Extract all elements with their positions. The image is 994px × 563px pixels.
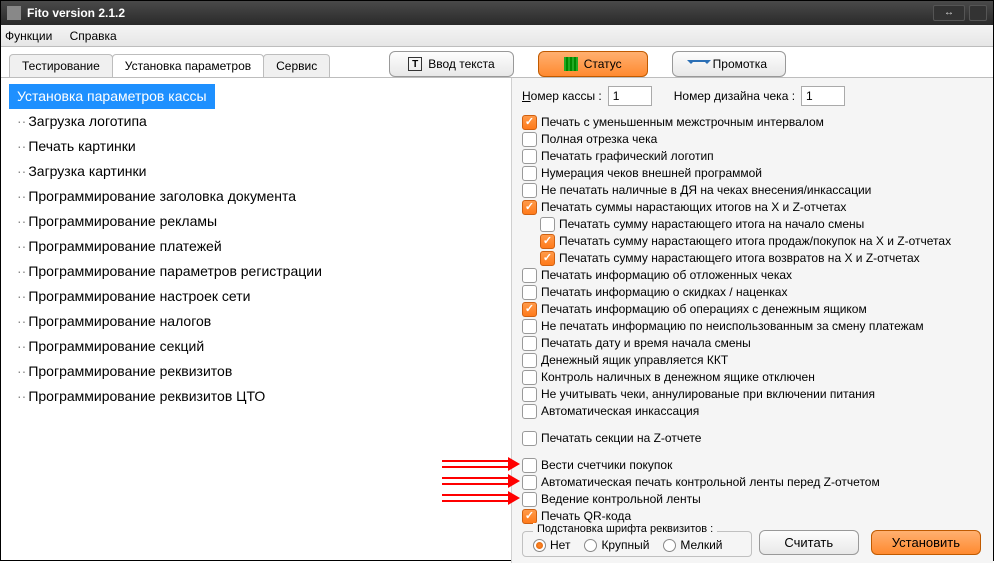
check-row[interactable]: Ведение контрольной ленты — [522, 491, 983, 508]
app-icon — [7, 6, 21, 20]
checkbox[interactable] — [522, 183, 537, 198]
check-row[interactable]: Не учитывать чеки, аннулированые при вкл… — [522, 386, 983, 403]
close-button[interactable] — [969, 5, 987, 21]
check-row[interactable]: Денежный ящик управляется ККТ — [522, 352, 983, 369]
check-row[interactable]: Вести счетчики покупок — [522, 457, 983, 474]
checkbox[interactable] — [540, 251, 555, 266]
design-label: Номер дизайна чека : — [674, 89, 795, 103]
checkbox[interactable] — [522, 149, 537, 164]
group-legend: Подстановка шрифта реквизитов : — [533, 523, 717, 535]
check-row[interactable]: Печатать дату и время начала смены — [522, 335, 983, 352]
text-icon: T — [408, 57, 422, 71]
checkbox[interactable] — [522, 285, 537, 300]
check-row[interactable]: Полная отрезка чека — [522, 131, 983, 148]
text-input-button[interactable]: T Ввод текста — [389, 51, 513, 77]
tree-item[interactable]: ··Программирование рекламы — [9, 209, 511, 234]
radio-option[interactable]: Нет — [533, 538, 570, 552]
design-input[interactable] — [801, 86, 845, 106]
checkbox[interactable] — [522, 115, 537, 130]
check-row[interactable]: Печатать суммы нарастающих итогов на X и… — [522, 199, 983, 216]
annotation-arrow — [442, 457, 520, 471]
tree-item[interactable]: ··Программирование настроек сети — [9, 284, 511, 309]
checkbox[interactable] — [522, 475, 537, 490]
checkbox[interactable] — [522, 387, 537, 402]
titlebar: Fito version 2.1.2 ↔ — [1, 1, 993, 25]
checkbox[interactable] — [522, 431, 537, 446]
radio-option[interactable]: Мелкий — [663, 538, 722, 552]
font-substitution-group: Подстановка шрифта реквизитов : НетКрупн… — [522, 531, 752, 557]
tree-item[interactable]: ··Программирование платежей — [9, 234, 511, 259]
tab-params[interactable]: Установка параметров — [112, 54, 264, 77]
settings-panel: Номер кассы : Номер дизайна чека : Печат… — [511, 78, 993, 563]
tab-testing[interactable]: Тестирование — [9, 54, 113, 77]
checkbox[interactable] — [522, 302, 537, 317]
radio[interactable] — [584, 539, 597, 552]
menu-help[interactable]: Справка — [70, 29, 117, 43]
kassa-label: Номер кассы : — [522, 89, 602, 103]
feed-button[interactable]: Промотка — [672, 51, 786, 77]
tree-item[interactable]: ··Загрузка логотипа — [9, 109, 511, 134]
tree-item[interactable]: Установка параметров кассы — [9, 84, 215, 109]
checkbox[interactable] — [522, 200, 537, 215]
check-row[interactable]: Автоматическая печать контрольной ленты … — [522, 474, 983, 491]
window-title: Fito version 2.1.2 — [27, 1, 125, 25]
radio-option[interactable]: Крупный — [584, 538, 649, 552]
kassa-input[interactable] — [608, 86, 652, 106]
checkbox[interactable] — [522, 319, 537, 334]
check-row[interactable]: Печатать информацию об операциях с денеж… — [522, 301, 983, 318]
tree-item[interactable]: ··Загрузка картинки — [9, 159, 511, 184]
status-icon — [564, 57, 578, 71]
check-row[interactable]: Печатать сумму нарастающего итога на нач… — [522, 216, 983, 233]
annotation-arrow — [442, 491, 520, 505]
checkbox[interactable] — [522, 509, 537, 524]
checkbox[interactable] — [522, 370, 537, 385]
checkbox[interactable] — [522, 404, 537, 419]
tree-item[interactable]: ··Программирование секций — [9, 334, 511, 359]
check-sections-z[interactable]: Печатать секции на Z-отчете — [522, 430, 983, 447]
check-row[interactable]: Печатать графический логотип — [522, 148, 983, 165]
tree-item[interactable]: ··Программирование реквизитов ЦТО — [9, 384, 511, 409]
check-row[interactable]: Автоматическая инкассация — [522, 403, 983, 420]
check-row[interactable]: Печатать информацию об отложенных чеках — [522, 267, 983, 284]
annotation-arrow — [442, 474, 520, 488]
checkbox[interactable] — [522, 336, 537, 351]
checkbox[interactable] — [522, 353, 537, 368]
status-button[interactable]: Статус — [538, 51, 648, 77]
maximize-button[interactable]: ↔ — [933, 5, 965, 21]
tree-item[interactable]: ··Программирование заголовка документа — [9, 184, 511, 209]
tree-item[interactable]: ··Программирование налогов — [9, 309, 511, 334]
menu-functions[interactable]: Функции — [5, 29, 52, 43]
check-row[interactable]: Печать с уменьшенным межстрочным интерва… — [522, 114, 983, 131]
tabstrip: Тестирование Установка параметров Сервис… — [1, 47, 993, 78]
check-row[interactable]: Печатать сумму нарастающего итога продаж… — [522, 233, 983, 250]
tab-service[interactable]: Сервис — [263, 54, 330, 77]
read-button[interactable]: Считать — [759, 530, 859, 555]
check-row[interactable]: Контроль наличных в денежном ящике отклю… — [522, 369, 983, 386]
tree-item[interactable]: ··Программирование параметров регистраци… — [9, 259, 511, 284]
radio[interactable] — [533, 539, 546, 552]
check-row[interactable]: Не печатать информацию по неиспользованн… — [522, 318, 983, 335]
radio[interactable] — [663, 539, 676, 552]
check-row[interactable]: Печатать сумму нарастающего итога возвра… — [522, 250, 983, 267]
checkbox[interactable] — [540, 217, 555, 232]
checkbox[interactable] — [522, 458, 537, 473]
check-row[interactable]: Нумерация чеков внешней программой — [522, 165, 983, 182]
checkbox[interactable] — [540, 234, 555, 249]
check-row[interactable]: Печатать информацию о скидках / наценках — [522, 284, 983, 301]
checkbox[interactable] — [522, 268, 537, 283]
checkbox[interactable] — [522, 492, 537, 507]
tree-item[interactable]: ··Программирование реквизитов — [9, 359, 511, 384]
checkbox[interactable] — [522, 166, 537, 181]
set-button[interactable]: Установить — [871, 530, 981, 555]
feed-icon — [691, 60, 707, 68]
check-row[interactable]: Не печатать наличные в ДЯ на чеках внесе… — [522, 182, 983, 199]
tree-item[interactable]: ··Печать картинки — [9, 134, 511, 159]
menubar: Функции Справка — [1, 25, 993, 47]
checkbox[interactable] — [522, 132, 537, 147]
tree-panel: Установка параметров кассы··Загрузка лог… — [1, 78, 511, 563]
